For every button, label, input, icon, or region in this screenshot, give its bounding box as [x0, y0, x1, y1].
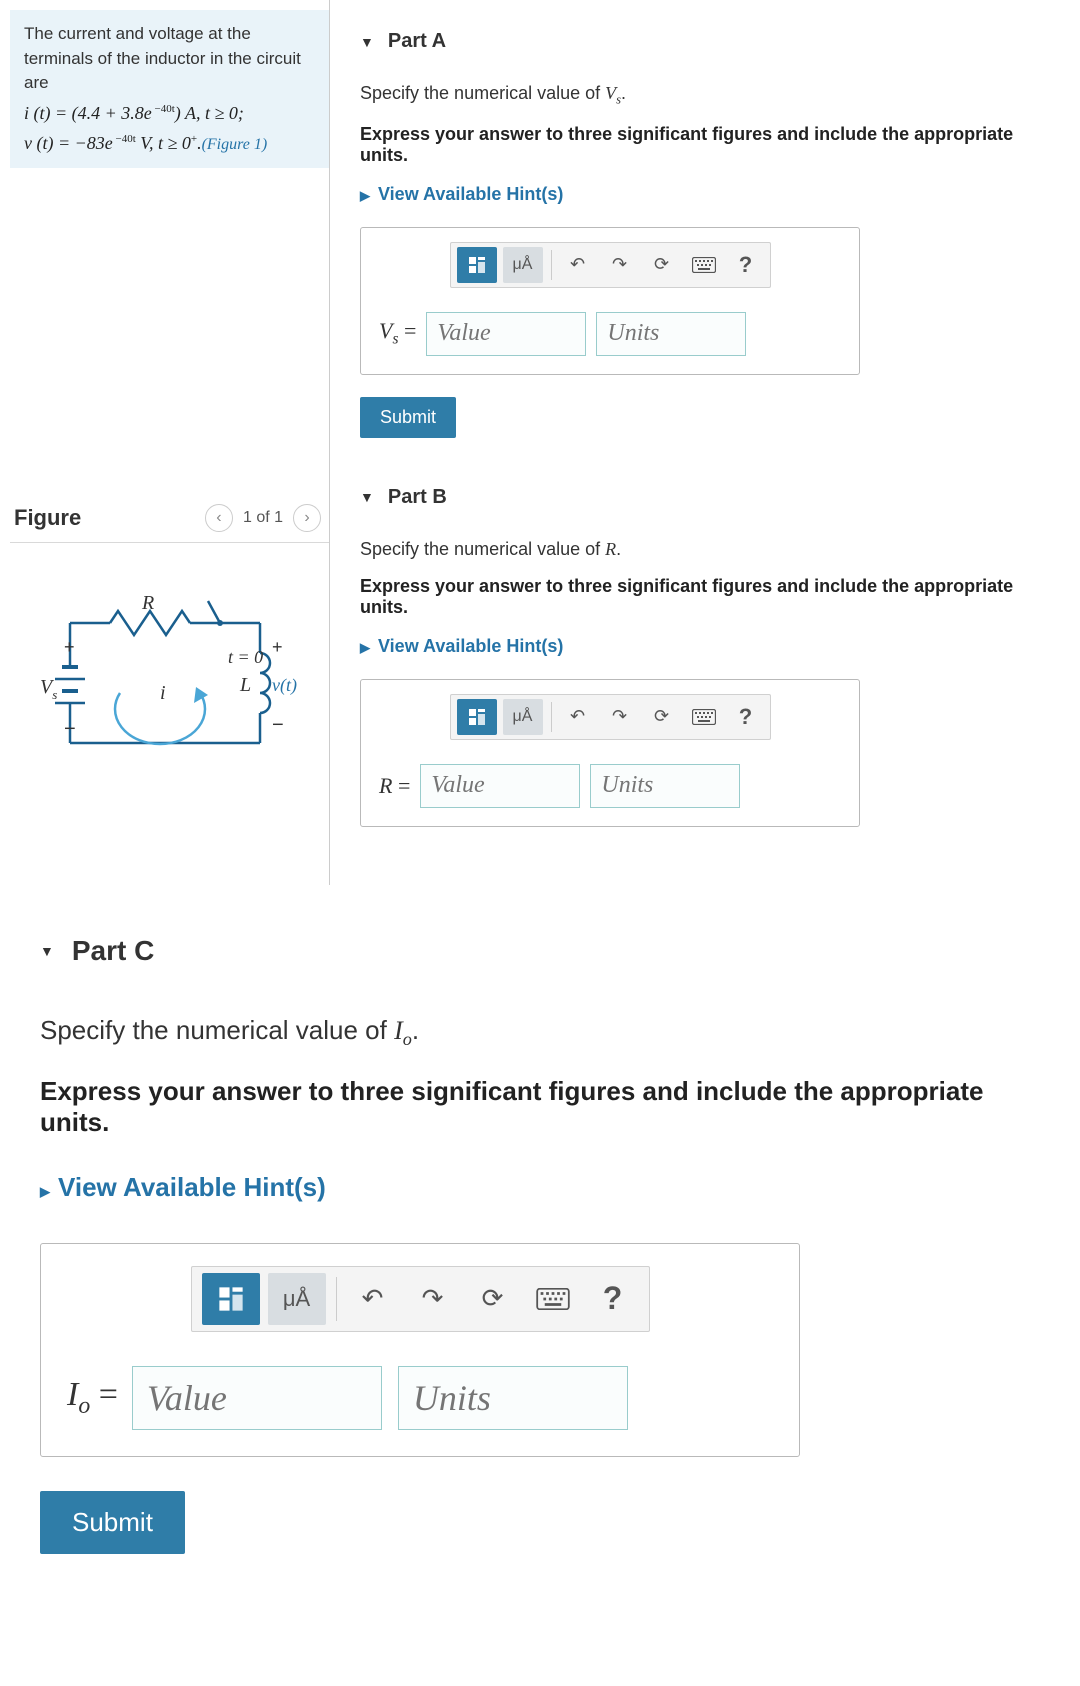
keyboard-button[interactable] [686, 699, 722, 735]
svg-text:−: − [272, 714, 284, 736]
answer-toolbar: μÅ ↶ ↷ ⟳ ? [191, 1266, 650, 1332]
undo-button[interactable]: ↶ [560, 699, 596, 735]
figure-title: Figure [14, 505, 81, 531]
part-b-hints-toggle[interactable]: ▶View Available Hint(s) [360, 636, 1060, 657]
part-a-express: Express your answer to three significant… [360, 124, 1060, 166]
undo-button[interactable]: ↶ [560, 247, 596, 283]
part-a-header[interactable]: ▼ Part A [360, 30, 1060, 53]
svg-text:+: + [64, 637, 75, 657]
templates-button[interactable] [457, 247, 497, 283]
svg-text:i: i [160, 682, 166, 704]
svg-text:−: − [64, 718, 76, 740]
part-a-units-input[interactable] [596, 312, 746, 356]
part-a-hints-toggle[interactable]: ▶View Available Hint(s) [360, 184, 1060, 205]
redo-button[interactable]: ↷ [407, 1273, 459, 1325]
part-a-value-input[interactable] [426, 312, 586, 356]
figure-page-label: 1 of 1 [243, 509, 283, 527]
figure-link[interactable]: (Figure 1) [202, 136, 268, 153]
part-b-header[interactable]: ▼ Part B [360, 486, 1060, 509]
part-a: ▼ Part A Specify the numerical value of … [360, 30, 1060, 438]
equation-v: v (t) = −83e −40t V, t ≥ 0+.(Figure 1) [24, 130, 315, 156]
problem-statement: The current and voltage at the terminals… [10, 10, 329, 168]
part-b-units-input[interactable] [590, 764, 740, 808]
part-c: ▼ Part C Specify the numerical value of … [0, 885, 1080, 1584]
part-c-answer-box: μÅ ↶ ↷ ⟳ ? Io = [40, 1243, 800, 1457]
svg-text:R: R [141, 592, 154, 614]
units-symbol-button[interactable]: μÅ [503, 699, 543, 735]
figure-pager: ‹ 1 of 1 › [205, 504, 321, 532]
svg-text:v(t): v(t) [272, 675, 297, 696]
svg-text:+: + [272, 637, 283, 657]
part-c-header[interactable]: ▼ Part C [40, 935, 1050, 967]
part-b-value-input[interactable] [420, 764, 580, 808]
templates-button[interactable] [457, 699, 497, 735]
units-symbol-button[interactable]: μÅ [503, 247, 543, 283]
part-b-express: Express your answer to three significant… [360, 576, 1060, 618]
figure-prev-button[interactable]: ‹ [205, 504, 233, 532]
caret-down-icon: ▼ [360, 34, 374, 50]
part-a-submit-button[interactable]: Submit [360, 397, 456, 438]
keyboard-button[interactable] [686, 247, 722, 283]
part-c-var-label: Io = [67, 1376, 118, 1420]
problem-intro: The current and voltage at the terminals… [24, 22, 315, 96]
redo-button[interactable]: ↷ [602, 699, 638, 735]
undo-button[interactable]: ↶ [347, 1273, 399, 1325]
part-a-var-label: Vs = [379, 318, 416, 348]
equation-i: i (t) = (4.4 + 3.8e −40t) A, t ≥ 0; [24, 100, 315, 126]
reset-button[interactable]: ⟳ [644, 699, 680, 735]
caret-down-icon: ▼ [360, 489, 374, 505]
part-c-submit-button[interactable]: Submit [40, 1491, 185, 1554]
caret-down-icon: ▼ [40, 943, 54, 959]
reset-button[interactable]: ⟳ [644, 247, 680, 283]
part-c-value-input[interactable] [132, 1366, 382, 1430]
part-b-spec: Specify the numerical value of R. [360, 539, 1060, 560]
part-c-hints-toggle[interactable]: ▶View Available Hint(s) [40, 1172, 1050, 1203]
units-symbol-button[interactable]: μÅ [268, 1273, 326, 1325]
part-c-spec: Specify the numerical value of Io. [40, 1015, 1050, 1050]
part-c-express: Express your answer to three significant… [40, 1076, 1050, 1138]
caret-right-icon: ▶ [360, 188, 370, 203]
part-a-answer-box: μÅ ↶ ↷ ⟳ ? Vs = [360, 227, 860, 375]
answer-toolbar: μÅ ↶ ↷ ⟳ ? [450, 694, 771, 740]
svg-text:Vs: Vs [40, 676, 57, 702]
svg-text:L: L [239, 674, 251, 696]
templates-button[interactable] [202, 1273, 260, 1325]
answer-toolbar: μÅ ↶ ↷ ⟳ ? [450, 242, 771, 288]
part-b-var-label: R = [379, 773, 410, 799]
redo-button[interactable]: ↷ [602, 247, 638, 283]
help-button[interactable]: ? [728, 699, 764, 735]
part-b-answer-box: μÅ ↶ ↷ ⟳ ? R = [360, 679, 860, 827]
caret-right-icon: ▶ [40, 1184, 50, 1199]
svg-text:t = 0: t = 0 [228, 647, 263, 667]
part-c-units-input[interactable] [398, 1366, 628, 1430]
reset-button[interactable]: ⟳ [467, 1273, 519, 1325]
circuit-figure: R + Vs − i t = 0 + L v(t) − [10, 563, 329, 788]
part-a-spec: Specify the numerical value of Vs. [360, 83, 1060, 108]
figure-next-button[interactable]: › [293, 504, 321, 532]
caret-right-icon: ▶ [360, 640, 370, 655]
help-button[interactable]: ? [587, 1273, 639, 1325]
help-button[interactable]: ? [728, 247, 764, 283]
part-b: ▼ Part B Specify the numerical value of … [360, 486, 1060, 827]
keyboard-button[interactable] [527, 1273, 579, 1325]
